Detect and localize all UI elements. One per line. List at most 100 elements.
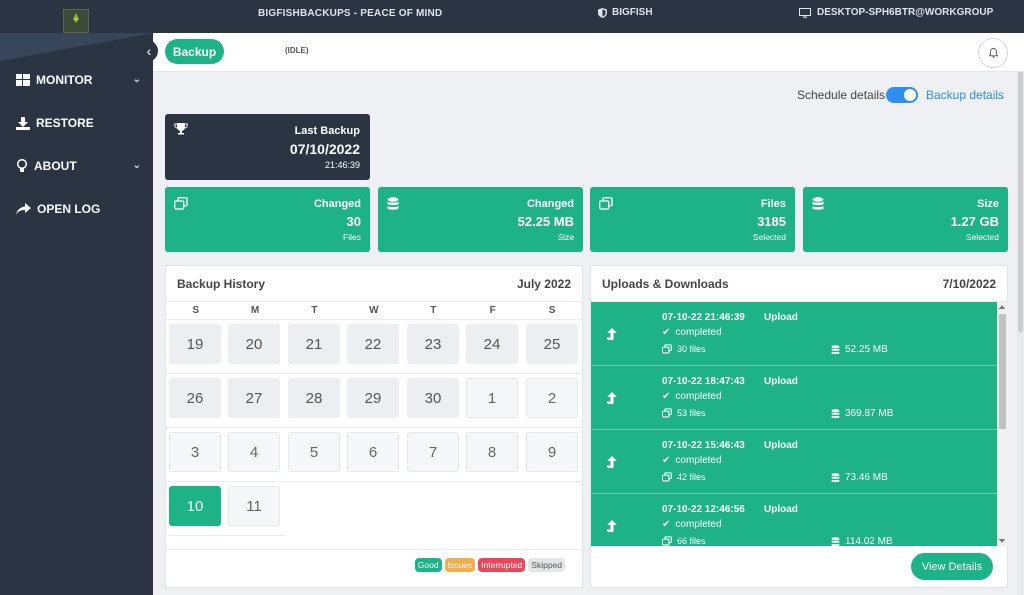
legend-good-badge: Good [414, 558, 442, 572]
calendar-day[interactable]: 9 [526, 432, 578, 472]
upload-size: 114.02 MB [831, 536, 893, 546]
uploads-scrollbar[interactable] [997, 302, 1008, 546]
calendar-day[interactable]: 30 [407, 378, 459, 418]
stat-label: Changed [526, 198, 574, 210]
stat-sublabel: Selected [752, 232, 786, 242]
files-count: 53 files [677, 408, 706, 418]
stat-value: 3185 [757, 214, 786, 229]
stat-card-files-selected: Files 3185 Selected [590, 187, 795, 252]
panel-header: Backup History July 2022 [166, 266, 582, 302]
copy-icon [662, 536, 672, 546]
calendar-day[interactable]: 6 [347, 432, 399, 472]
weekday-header: S M T W T F S [166, 302, 582, 320]
check-icon: ✔ [662, 455, 671, 466]
upload-arrow-icon [607, 520, 617, 532]
stat-sublabel: Files [343, 232, 361, 242]
calendar-day[interactable]: 21 [288, 324, 340, 364]
details-toggle-switch[interactable] [886, 87, 918, 103]
weekday-label: W [369, 305, 379, 316]
calendar-day[interactable]: 1 [466, 378, 518, 418]
backup-button[interactable]: Backup [165, 39, 224, 64]
calendar-day[interactable]: 5 [288, 432, 340, 472]
calendar-day[interactable]: 4 [228, 432, 280, 472]
last-backup-date: 07/10/2022 [289, 141, 360, 157]
database-icon [831, 344, 840, 354]
upload-size: 73.46 MB [831, 472, 888, 483]
copy-icon [662, 472, 672, 482]
trophy-icon [174, 123, 188, 135]
scroll-up-arrow[interactable] [999, 305, 1005, 309]
upload-type: Upload [764, 440, 798, 451]
last-backup-label: Last Backup [294, 125, 360, 137]
calendar-day[interactable]: 20 [228, 324, 280, 364]
upload-files: 53 files [662, 408, 706, 418]
check-icon: ✔ [662, 391, 671, 402]
check-icon: ✔ [662, 519, 671, 530]
stat-card-changed-size: Changed 52.25 MB Size [378, 187, 583, 252]
bell-icon [988, 48, 998, 58]
upload-datetime: 07-10-22 18:47:43 [662, 376, 745, 387]
shield-icon [598, 7, 607, 18]
status-text: completed [675, 327, 722, 338]
check-icon: ✔ [662, 327, 671, 338]
upload-type: Upload [764, 312, 798, 323]
last-backup-time: 21:46:39 [324, 160, 360, 170]
calendar-day[interactable]: 24 [466, 324, 518, 364]
upload-datetime: 07-10-22 15:46:43 [662, 440, 745, 451]
weekday-label: M [250, 305, 260, 316]
calendar-day[interactable]: 7 [407, 432, 459, 472]
upload-status: ✔ completed [662, 519, 722, 530]
list-item[interactable]: 07-10-22 21:46:39 Upload ✔ completed 30 f… [591, 302, 997, 366]
upload-type: Upload [764, 376, 798, 387]
calendar-day[interactable]: 11 [228, 486, 280, 526]
backup-details-label[interactable]: Backup details [926, 88, 1004, 102]
header-bar: Backup (IDLE) [153, 33, 1024, 72]
sidebar-item-monitor[interactable]: MONITOR ⌄ [16, 73, 141, 87]
download-icon [16, 116, 30, 130]
calendar-day[interactable]: 3 [169, 432, 221, 472]
calendar-day[interactable]: 26 [169, 378, 221, 418]
upload-datetime: 07-10-22 21:46:39 [662, 312, 745, 323]
calendar-day[interactable]: 19 [169, 324, 221, 364]
calendar-day[interactable]: 22 [347, 324, 399, 364]
calendar-day[interactable]: 8 [466, 432, 518, 472]
sidebar-item-label: OPEN LOG [37, 202, 101, 216]
list-item[interactable]: 07-10-22 12:46:56 Upload ✔ completed 66 f… [591, 494, 997, 546]
sidebar-decoration [0, 33, 153, 61]
upload-type: Upload [764, 504, 798, 515]
uploads-list[interactable]: 07-10-22 21:46:39 Upload ✔ completed 30 f… [591, 302, 997, 546]
status-text: completed [675, 455, 722, 466]
calendar-day[interactable]: 25 [526, 324, 578, 364]
list-item[interactable]: 07-10-22 18:47:43 Upload ✔ completed 53 f… [591, 366, 997, 430]
calendar-day[interactable]: 29 [347, 378, 399, 418]
list-item[interactable]: 07-10-22 15:46:43 Upload ✔ completed 42 f… [591, 430, 997, 494]
calendar-day[interactable]: 2 [526, 378, 578, 418]
view-details-button[interactable]: View Details [911, 553, 993, 580]
copy-icon [662, 408, 672, 418]
sidebar-item-restore[interactable]: RESTORE [16, 116, 141, 130]
sidebar-item-open-log[interactable]: OPEN LOG [16, 202, 141, 216]
schedule-details-label[interactable]: Schedule details [797, 88, 885, 102]
scroll-down-arrow[interactable] [999, 539, 1005, 543]
calendar-day-today[interactable]: 10 [169, 486, 221, 526]
stat-sublabel: Size [557, 232, 574, 242]
database-icon [387, 197, 399, 210]
app-title: BIGFISHBACKUPS - PEACE OF MIND [258, 8, 443, 19]
files-count: 30 files [677, 344, 706, 354]
database-icon [812, 197, 824, 210]
chevron-left-icon: ‹ [146, 43, 152, 59]
sidebar-item-about[interactable]: ABOUT ⌄ [16, 159, 141, 173]
stat-card-size-selected: Size 1.27 GB Selected [803, 187, 1008, 252]
notifications-button[interactable] [978, 38, 1008, 68]
copy-icon [662, 344, 672, 354]
calendar-day[interactable]: 23 [407, 324, 459, 364]
calendar-day[interactable]: 27 [228, 378, 280, 418]
page-scrollbar[interactable] [1017, 72, 1024, 595]
page-scroll-thumb[interactable] [1018, 72, 1023, 332]
legend-skipped-badge: Skipped [528, 558, 565, 572]
calendar-day[interactable]: 28 [288, 378, 340, 418]
size-value: 52.25 MB [845, 344, 888, 355]
calendar-week: 26 27 28 29 30 1 2 [166, 374, 582, 428]
scroll-thumb[interactable] [999, 314, 1006, 429]
sidebar: MONITOR ⌄ RESTORE ABOUT ⌄ OPEN LOG [0, 33, 153, 595]
